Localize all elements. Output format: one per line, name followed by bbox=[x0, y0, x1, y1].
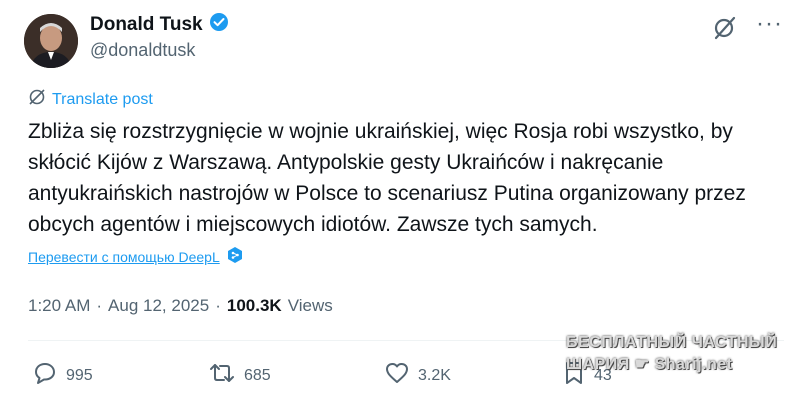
views-count: 100.3K bbox=[226, 296, 282, 315]
pointing-hand-icon: ☛ bbox=[634, 356, 650, 373]
repost-icon bbox=[208, 360, 236, 391]
like-icon bbox=[384, 360, 410, 391]
translate-post-link[interactable]: Translate post bbox=[28, 88, 153, 111]
author-name[interactable]: Donald Tusk bbox=[90, 12, 229, 38]
grok-icon[interactable] bbox=[710, 14, 738, 47]
post-date[interactable]: Aug 12, 2025 bbox=[108, 296, 209, 316]
reply-count: 995 bbox=[66, 366, 93, 384]
reply-icon bbox=[32, 360, 58, 391]
post-time[interactable]: 1:20 AM bbox=[28, 296, 90, 316]
views-label: Views bbox=[287, 296, 333, 315]
watermark-line-1: БЕСПЛАТНЫЙ ЧАСТНЫЙ bbox=[566, 334, 778, 351]
post-meta: 1:20 AM · Aug 12, 2025 · 100.3K Views bbox=[28, 296, 333, 316]
author-name-text[interactable]: Donald Tusk bbox=[90, 14, 203, 36]
watermark-line-2: ШАРИЯ ☛ Sharij.net bbox=[566, 354, 777, 376]
translate-post-label[interactable]: Translate post bbox=[52, 91, 153, 109]
watermark: БЕСПЛАТНЫЙ ЧАСТНЫЙ ШАРИЯ ☛ Sharij.net bbox=[566, 332, 777, 376]
post-text: Zbliża się rozstrzygnięcie w wojnie ukra… bbox=[28, 120, 746, 236]
reply-button[interactable]: 995 bbox=[32, 360, 93, 391]
author-handle[interactable]: @donaldtusk bbox=[90, 40, 195, 61]
more-icon[interactable]: ··· bbox=[756, 10, 783, 38]
translate-icon bbox=[28, 88, 46, 111]
watermark-line-2-text: ШАРИЯ bbox=[566, 356, 630, 373]
deepl-icon bbox=[226, 246, 244, 267]
watermark-line-3-text: Sharij.net bbox=[654, 356, 733, 373]
verified-badge-icon bbox=[209, 12, 229, 38]
meta-separator: · bbox=[96, 296, 103, 315]
deepl-label[interactable]: Перевести с помощью DeepL bbox=[28, 249, 220, 265]
repost-count: 685 bbox=[244, 366, 271, 384]
deepl-translate-link[interactable]: Перевести с помощью DeepL bbox=[28, 246, 244, 267]
like-count: 3.2K bbox=[418, 366, 451, 384]
meta-separator: · bbox=[215, 296, 221, 315]
avatar[interactable] bbox=[24, 14, 78, 68]
repost-button[interactable]: 685 bbox=[208, 360, 271, 391]
like-button[interactable]: 3.2K bbox=[384, 360, 451, 391]
